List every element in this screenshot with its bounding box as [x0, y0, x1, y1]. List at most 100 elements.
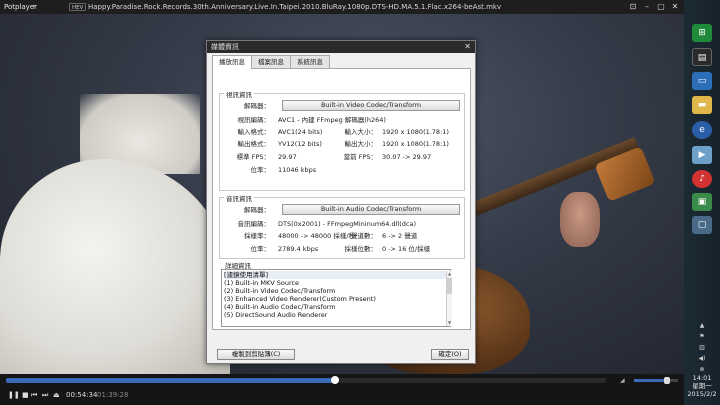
previous-icon[interactable]: ⏮ [31, 390, 37, 400]
volume-level [634, 379, 667, 382]
taskbar-clock[interactable]: 14:01 星期一 2015/2/2 [684, 374, 720, 398]
input-format-value: AVC1(24 bits) [278, 128, 323, 136]
clock-date: 2015/2/2 [687, 390, 717, 398]
folder-icon[interactable]: ▬ [692, 96, 712, 114]
stop-icon[interactable]: ■ [22, 390, 29, 400]
video-codec-value: AVC1 - 內建 FFmpeg 解碼器(h264) [278, 116, 386, 124]
output-size-value: 1920 x 1080(1.78:1) [382, 140, 449, 148]
sample-rate-value: 48000 -> 48000 採樣/秒 [278, 232, 356, 240]
clock-time: 14:01 [692, 374, 712, 382]
current-fps-label: 當前 FPS： [343, 153, 377, 161]
file-title: Happy.Paradise.Rock.Records.30th.Anniver… [88, 3, 502, 11]
pause-icon[interactable]: ❚❚ [8, 390, 20, 400]
flag-icon[interactable]: ⚑ [684, 333, 720, 340]
input-format-label: 輸入格式： [237, 128, 271, 136]
close-icon[interactable]: ✕ [670, 2, 680, 12]
list-item[interactable]: (2) Built-in Video Codec/Transform [224, 287, 448, 295]
music-icon[interactable]: ♪ [692, 170, 712, 188]
seek-bar[interactable] [6, 376, 606, 384]
copy-to-clipboard-button[interactable]: 複製到剪貼簿(C) [217, 349, 295, 360]
ok-button[interactable]: 確定(O) [431, 349, 469, 360]
list-item[interactable]: (1) Built-in MKV Source [224, 279, 448, 287]
windows-taskbar: ⊞ ▤ ▭ ▬ e ▶ ♪ ▣ ▢ ▲ ⚑ ▥ ◀) ⊗ 14:01 星期一 2… [684, 0, 720, 405]
total-time: 01:39:28 [97, 391, 129, 399]
tray-arrow-icon[interactable]: ▲ [684, 322, 720, 329]
filter-list[interactable]: [濾鏡使用清單] (1) Built-in MKV Source (2) Bui… [221, 269, 452, 327]
current-fps-value: 30.07 -> 29.97 [382, 153, 432, 161]
menu-caret-icon[interactable]: ▾ [32, 0, 35, 14]
tab-system-info[interactable]: 系統訊息 [290, 55, 330, 68]
dialog-titlebar[interactable]: 媒體資訊 ✕ [207, 41, 475, 53]
player-titlebar[interactable]: Potplayer ▾ HEV Happy.Paradise.Rock.Reco… [0, 0, 684, 14]
eject-icon[interactable]: ⏏ [53, 390, 60, 400]
media-player-icon[interactable]: ▶ [692, 146, 712, 164]
seek-progress [6, 378, 336, 383]
tab-file-info[interactable]: 檔案訊息 [251, 55, 291, 68]
audio-group-title: 音訊資訊 [224, 193, 254, 203]
performer-figure [0, 159, 230, 374]
details-group: 詳細資訊 [濾鏡使用清單] (1) Built-in MKV Source (2… [219, 260, 465, 333]
volume-handle[interactable] [664, 377, 670, 384]
system-tray: ▲ ⚑ ▥ ◀) ⊗ [684, 322, 720, 373]
video-bitrate-label: 位率： [250, 166, 271, 174]
store-icon[interactable]: ⊞ [692, 24, 712, 42]
clock-day: 星期一 [692, 382, 712, 390]
list-item[interactable]: (4) Built-in Audio Codec/Transform [224, 303, 448, 311]
monitor-icon[interactable]: ▭ [692, 72, 712, 90]
codec-badge: HEV [69, 3, 87, 11]
output-format-value: YV12(12 bits) [278, 140, 322, 148]
list-item[interactable]: (5) DirectSound Audio Renderer [224, 311, 448, 319]
standard-fps-label: 標準 FPS： [236, 153, 270, 161]
scroll-down-icon[interactable]: ▼ [447, 320, 452, 326]
media-info-dialog: 媒體資訊 ✕ 播放訊息 檔案訊息 系統訊息 視訊資訊 解碼器： Built-in… [206, 40, 476, 364]
app-window-icon[interactable]: ▤ [692, 48, 712, 66]
control-bar: ❚❚ ■ ⏮ ⏭ ⏏ 00:54:34 01:39:28 ◢ [0, 374, 684, 405]
audio-info-group: 音訊資訊 解碼器： Built-in Audio Codec/Transform… [219, 193, 465, 259]
audio-codec-label: 音訊編碼： [237, 220, 271, 228]
list-scrollbar[interactable]: ▲ ▼ [446, 271, 452, 326]
dialog-tabs: 播放訊息 檔案訊息 系統訊息 [212, 55, 330, 69]
channels-value: 6 -> 2 聲道 [382, 232, 418, 240]
video-decoder-label: 解碼器： [244, 102, 270, 110]
current-time: 00:54:34 [66, 391, 98, 399]
video-bitrate-value: 11046 kbps [278, 166, 317, 174]
sample-bits-value: 0 -> 16 位/採樣 [382, 245, 431, 253]
video-group-title: 視訊資訊 [224, 89, 254, 99]
output-format-label: 輸出格式： [237, 140, 271, 148]
guitarist-hand [560, 192, 600, 247]
green-app-icon[interactable]: ▣ [692, 193, 712, 211]
audio-bitrate-label: 位率： [250, 245, 271, 253]
close-tray-icon[interactable]: ⊗ [684, 366, 720, 373]
dialog-close-icon[interactable]: ✕ [464, 41, 471, 53]
tab-playback-info[interactable]: 播放訊息 [212, 55, 252, 69]
dialog-title: 媒體資訊 [211, 43, 239, 51]
video-decoder-button[interactable]: Built-in Video Codec/Transform [282, 100, 460, 111]
channels-label: 聲道數： [351, 232, 377, 240]
audio-bitrate-value: 2789.4 kbps [278, 245, 319, 253]
video-info-group: 視訊資訊 解碼器： Built-in Video Codec/Transform… [219, 89, 465, 191]
volume-slider[interactable] [634, 377, 678, 384]
browser-icon[interactable]: e [692, 121, 712, 139]
next-icon[interactable]: ⏭ [42, 390, 48, 400]
volume-icon[interactable]: ◀) [684, 355, 720, 362]
network-icon[interactable]: ▥ [684, 344, 720, 351]
input-size-value: 1920 x 1080(1.78:1) [382, 128, 449, 136]
scroll-up-icon[interactable]: ▲ [447, 271, 452, 277]
window-controls: ⊡ – ▢ ✕ [628, 0, 680, 14]
device-icon[interactable]: ▢ [692, 216, 712, 234]
audio-codec-value: DTS(0x2001) - FFmpegMininum64.dll(dca) [278, 220, 416, 228]
output-size-label: 輸出大小： [344, 140, 378, 148]
list-item[interactable]: (3) Enhanced Video Renderer(Custom Prese… [224, 295, 448, 303]
list-item[interactable]: [濾鏡使用清單] [224, 271, 448, 279]
tab-panel: 視訊資訊 解碼器： Built-in Video Codec/Transform… [212, 68, 471, 330]
scroll-thumb[interactable] [447, 278, 452, 294]
standard-fps-value: 29.97 [278, 153, 297, 161]
volume-wedge-icon: ◢ [620, 377, 625, 384]
seek-handle[interactable] [331, 376, 340, 384]
sample-rate-label: 採樣率： [244, 232, 270, 240]
minimize-icon[interactable]: – [642, 2, 652, 12]
input-size-label: 輸入大小： [344, 128, 378, 136]
pin-icon[interactable]: ⊡ [628, 2, 638, 12]
audio-decoder-button[interactable]: Built-in Audio Codec/Transform [282, 204, 460, 215]
maximize-icon[interactable]: ▢ [656, 2, 666, 12]
